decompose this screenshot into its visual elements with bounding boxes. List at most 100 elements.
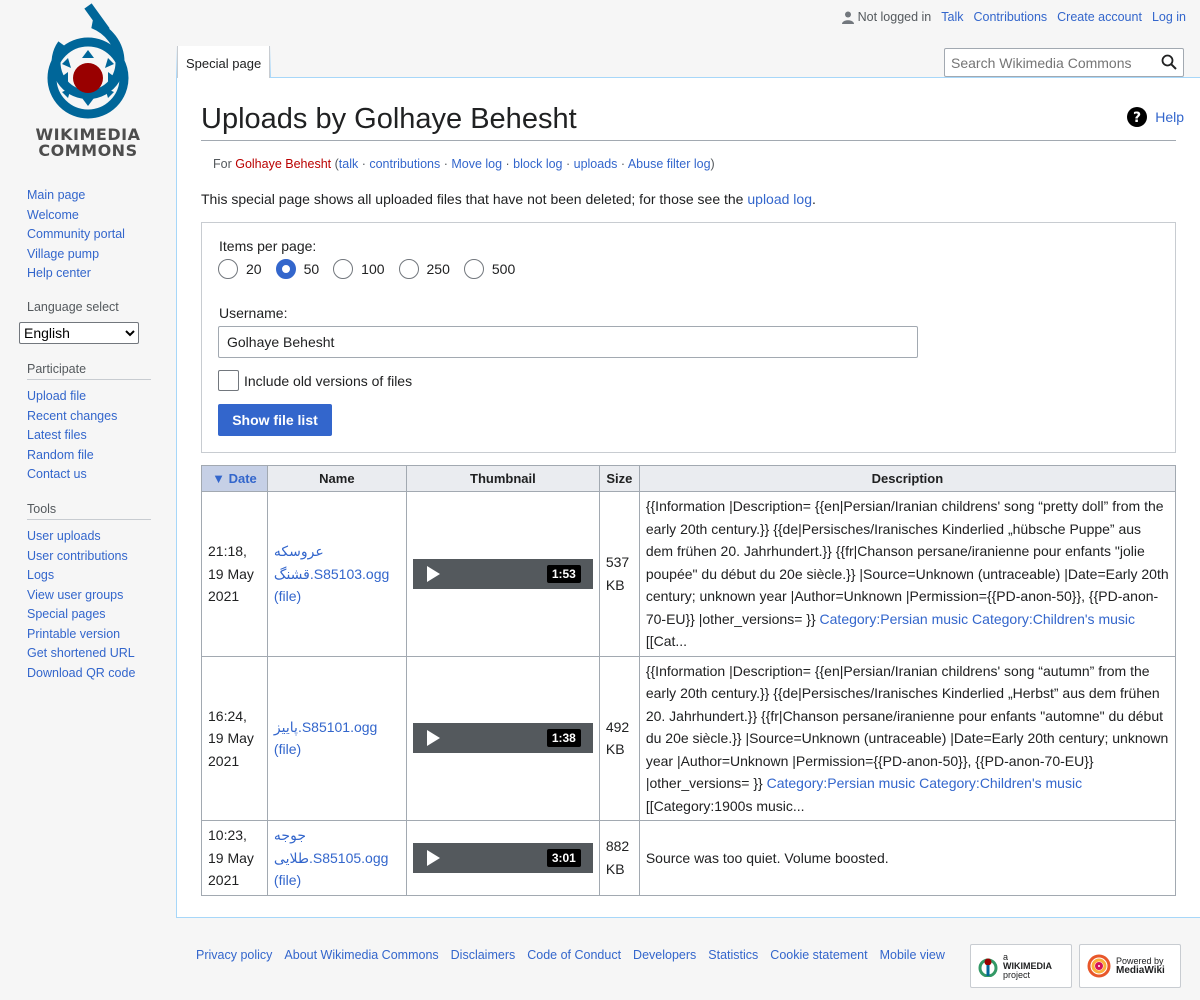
column-header-size[interactable]: Size xyxy=(598,465,640,492)
include-old-versions-label[interactable]: Include old versions of files xyxy=(244,373,412,389)
table-header-row: ▼ Date Name Thumbnail Size Description xyxy=(201,465,1177,492)
column-header-name[interactable]: Name xyxy=(266,465,407,492)
talk-link[interactable]: Talk xyxy=(941,10,963,24)
category-link[interactable]: Category:Children's music xyxy=(972,611,1135,627)
sidebar-item-view-user-groups[interactable]: View user groups xyxy=(27,586,157,606)
sidebar-item-logs[interactable]: Logs xyxy=(27,566,157,586)
username-input[interactable] xyxy=(218,326,918,358)
footer-statistics[interactable]: Statistics xyxy=(708,948,758,962)
logo-wordmark: WIKIMEDIA COMMONS xyxy=(0,127,176,159)
tools-heading: Tools xyxy=(27,502,151,520)
radio-100[interactable]: 100 xyxy=(333,259,385,279)
sub-abuse-filter-log-link[interactable]: Abuse filter log xyxy=(628,157,711,171)
radio-label: 100 xyxy=(361,261,385,277)
sidebar-item-village-pump[interactable]: Village pump xyxy=(27,245,157,265)
sub-talk-link[interactable]: talk xyxy=(339,157,358,171)
category-link[interactable]: Category:Persian music xyxy=(820,611,969,627)
sidebar-item-contact-us[interactable]: Contact us xyxy=(27,465,157,485)
file-link[interactable]: (file) xyxy=(274,872,301,888)
language-select[interactable]: English xyxy=(19,322,139,344)
radio-label: 250 xyxy=(426,261,450,277)
contributions-link[interactable]: Contributions xyxy=(974,10,1048,24)
category-link[interactable]: Category:Persian music xyxy=(767,775,916,791)
create-account-link[interactable]: Create account xyxy=(1057,10,1142,24)
duration-badge: 1:53 xyxy=(546,564,581,583)
wikimedia-project-badge[interactable]: a WIKIMEDIA project xyxy=(970,944,1072,988)
sidebar-participate: Participate Upload file Recent changes L… xyxy=(27,362,157,485)
play-icon[interactable] xyxy=(426,849,440,866)
radio-circle[interactable] xyxy=(333,259,354,279)
search-icon[interactable] xyxy=(1161,54,1177,70)
footer-cookie-statement[interactable]: Cookie statement xyxy=(770,948,867,962)
footer-links: Privacy policy About Wikimedia Commons D… xyxy=(196,948,945,962)
sidebar-item-get-shortened-url[interactable]: Get shortened URL xyxy=(27,644,157,664)
log-in-link[interactable]: Log in xyxy=(1152,10,1186,24)
wikimedia-badge-text: a WIKIMEDIA project xyxy=(1003,952,1052,980)
sidebar-item-community-portal[interactable]: Community portal xyxy=(27,225,157,245)
radio-20[interactable]: 20 xyxy=(218,259,262,279)
file-link[interactable]: (file) xyxy=(274,741,301,757)
sidebar-item-user-uploads[interactable]: User uploads xyxy=(27,527,157,547)
sort-descending-icon: ▼ xyxy=(212,471,225,486)
user-link[interactable]: Golhaye Behesht xyxy=(235,157,331,171)
sidebar-item-printable-version[interactable]: Printable version xyxy=(27,625,157,645)
description-text: Source was too quiet. Volume boosted. xyxy=(645,849,889,866)
include-old-versions-checkbox[interactable] xyxy=(218,370,239,391)
table-row: 10:23, 19 May 2021 جوجه طلایی.S85105.ogg… xyxy=(201,820,1177,896)
radio-circle[interactable] xyxy=(218,259,238,279)
site-logo[interactable]: WIKIMEDIA COMMONS xyxy=(0,0,176,170)
sub-block-log-link[interactable]: block log xyxy=(513,157,562,171)
upload-log-link[interactable]: upload log xyxy=(747,191,812,207)
powered-by-mediawiki-badge[interactable]: Powered by MediaWiki xyxy=(1079,944,1181,988)
play-icon[interactable] xyxy=(426,565,440,582)
file-name-link[interactable]: پاییز.S85101.ogg xyxy=(274,719,377,735)
footer-code-of-conduct[interactable]: Code of Conduct xyxy=(527,948,621,962)
sidebar-item-user-contributions[interactable]: User contributions xyxy=(27,547,157,567)
sidebar-item-recent-changes[interactable]: Recent changes xyxy=(27,407,157,427)
sub-uploads-link[interactable]: uploads xyxy=(574,157,618,171)
footer-disclaimers[interactable]: Disclaimers xyxy=(451,948,516,962)
radio-label: 500 xyxy=(491,261,516,277)
footer-developers[interactable]: Developers xyxy=(633,948,696,962)
audio-player[interactable]: 1:38 xyxy=(412,723,593,754)
category-link[interactable]: Category:Children's music xyxy=(919,775,1082,791)
radio-50[interactable]: 50 xyxy=(275,259,319,279)
radio-circle-selected[interactable] xyxy=(275,259,296,279)
svg-text:?: ? xyxy=(1133,110,1141,126)
column-header-date[interactable]: ▼ Date xyxy=(201,465,268,492)
sidebar-item-latest-files[interactable]: Latest files xyxy=(27,426,157,446)
cell-thumbnail: 1:53 xyxy=(405,491,600,657)
footer-privacy-policy[interactable]: Privacy policy xyxy=(196,948,272,962)
sidebar-item-special-pages[interactable]: Special pages xyxy=(27,605,157,625)
cell-size: 537 KB xyxy=(598,491,640,657)
sidebar-item-help-center[interactable]: Help center xyxy=(27,264,157,284)
radio-250[interactable]: 250 xyxy=(398,259,450,279)
items-per-page-radios: 20 50 100 250 500 xyxy=(218,259,519,279)
cell-name: جوجه طلایی.S85105.ogg (file) xyxy=(266,820,407,896)
sidebar-item-upload-file[interactable]: Upload file xyxy=(27,387,157,407)
footer-about[interactable]: About Wikimedia Commons xyxy=(284,948,438,962)
footer-mobile-view[interactable]: Mobile view xyxy=(880,948,945,962)
radio-500[interactable]: 500 xyxy=(463,259,516,279)
audio-player[interactable]: 3:01 xyxy=(412,842,593,873)
sidebar-item-main-page[interactable]: Main page xyxy=(27,186,157,206)
file-name-link[interactable]: جوجه طلایی.S85105.ogg xyxy=(274,827,388,866)
sub-contributions-link[interactable]: contributions xyxy=(369,157,440,171)
radio-label: 20 xyxy=(246,261,262,277)
tab-special-page[interactable]: Special page xyxy=(177,46,271,78)
sidebar-item-random-file[interactable]: Random file xyxy=(27,446,157,466)
radio-circle[interactable] xyxy=(398,259,419,279)
search-input[interactable] xyxy=(944,48,1184,77)
show-file-list-button[interactable]: Show file list xyxy=(218,404,332,436)
sidebar-tools: Tools User uploads User contributions Lo… xyxy=(27,502,157,683)
file-name-link[interactable]: عروسکه قشنگ.S85103.ogg xyxy=(274,543,389,582)
sub-move-log-link[interactable]: Move log xyxy=(451,157,502,171)
help-link[interactable]: ? Help xyxy=(1127,107,1184,127)
audio-player[interactable]: 1:53 xyxy=(412,558,593,589)
file-link[interactable]: (file) xyxy=(274,588,301,604)
cell-thumbnail: 1:38 xyxy=(405,655,600,821)
sidebar-item-download-qr-code[interactable]: Download QR code xyxy=(27,664,157,684)
play-icon[interactable] xyxy=(426,730,440,747)
sidebar-item-welcome[interactable]: Welcome xyxy=(27,206,157,226)
radio-circle[interactable] xyxy=(463,259,484,279)
